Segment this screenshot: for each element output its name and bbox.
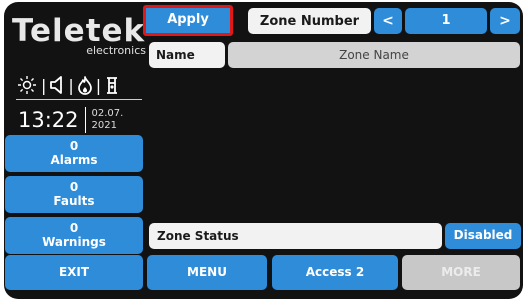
- warnings-label: Warnings: [42, 234, 106, 249]
- alarms-count: 0: [69, 138, 79, 153]
- more-button[interactable]: MORE: [402, 255, 520, 290]
- access-level-button[interactable]: Access 2: [272, 255, 398, 290]
- faults-label: Faults: [53, 193, 95, 208]
- faults-button[interactable]: 0 Faults: [5, 176, 143, 213]
- zone-name-value: Zone Name: [339, 48, 409, 62]
- more-label: MORE: [441, 264, 481, 279]
- clock-date: 02.07. 2021: [92, 108, 124, 132]
- zone-status-label-box: Zone Status: [149, 223, 442, 249]
- zone-status-label: Zone Status: [157, 229, 239, 243]
- zone-number-label-box: Zone Number: [248, 8, 371, 34]
- clock: 13:22 02.07. 2021: [18, 103, 148, 137]
- zone-name-field[interactable]: Zone Name: [228, 42, 520, 68]
- menu-label: MENU: [187, 264, 227, 279]
- next-zone-button[interactable]: >: [490, 8, 520, 34]
- menu-button[interactable]: MENU: [147, 255, 267, 290]
- name-label: Name: [156, 48, 195, 62]
- apply-label: Apply: [167, 12, 209, 28]
- sun-icon: [18, 76, 36, 94]
- clock-time: 13:22: [18, 108, 79, 132]
- zone-number-value-text: 1: [441, 12, 451, 28]
- warnings-count: 0: [69, 220, 79, 235]
- faults-count: 0: [69, 179, 79, 194]
- separator: |: [95, 75, 102, 95]
- flame-icon: [77, 76, 92, 95]
- separator: |: [68, 75, 74, 95]
- chevron-right-icon: >: [499, 12, 511, 29]
- status-icons-row: | | |: [16, 73, 142, 97]
- access-label: Access 2: [305, 264, 365, 279]
- brand-name: Teletek: [12, 13, 146, 49]
- warnings-button[interactable]: 0 Warnings: [5, 217, 143, 254]
- apply-button[interactable]: Apply: [143, 5, 233, 36]
- separator: |: [41, 75, 47, 95]
- clock-date-year: 2021: [91, 120, 117, 131]
- speaker-icon: [50, 76, 63, 94]
- exit-button[interactable]: EXIT: [5, 255, 143, 290]
- name-label-box: Name: [149, 42, 225, 68]
- prev-zone-button[interactable]: <: [374, 8, 402, 34]
- alarms-label: Alarms: [50, 152, 98, 167]
- chevron-left-icon: <: [382, 12, 394, 29]
- zone-number-label: Zone Number: [259, 13, 360, 29]
- divider-line: [16, 99, 142, 100]
- exit-label: EXIT: [58, 264, 90, 279]
- teletek-logo: Teletek electronics: [12, 13, 148, 58]
- clock-date-day: 02.07.: [91, 108, 124, 119]
- clock-divider: [84, 107, 86, 133]
- zone-number-value[interactable]: 1: [405, 8, 487, 34]
- fire-hydrant-icon: [107, 77, 118, 94]
- device-screen: Teletek electronics | | | 13:22 02.07. 2…: [4, 2, 523, 299]
- zone-status-value: Disabled: [453, 228, 513, 243]
- alarms-button[interactable]: 0 Alarms: [5, 135, 143, 172]
- zone-status-toggle[interactable]: Disabled: [445, 223, 521, 249]
